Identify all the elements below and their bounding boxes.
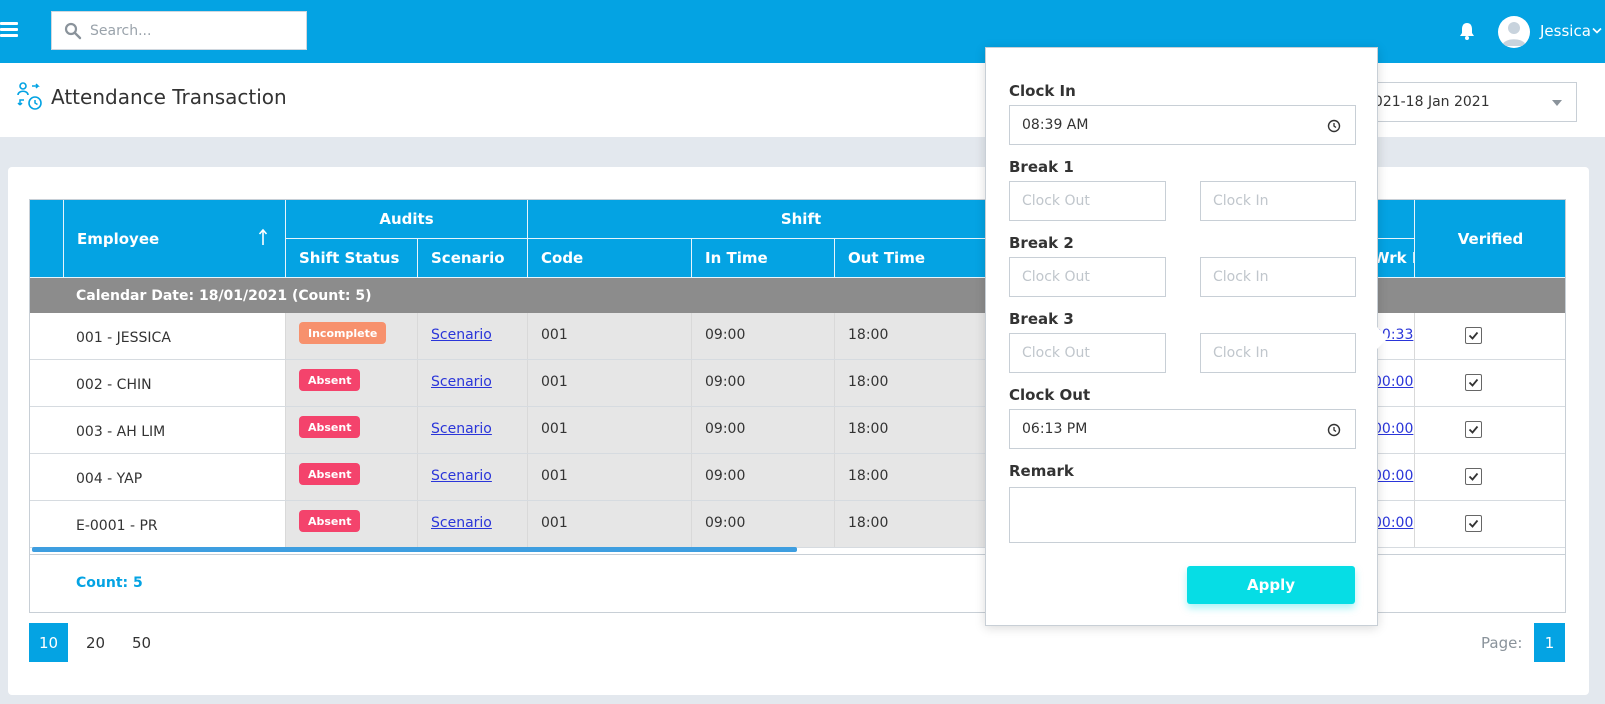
out-time: 18:00 <box>848 327 889 343</box>
avatar[interactable] <box>1498 16 1530 48</box>
wrk-hours-link[interactable]: 00:00 <box>1373 374 1413 390</box>
wrk-hours-link[interactable]: 00:00 <box>1373 421 1413 437</box>
out-time: 18:00 <box>848 515 889 531</box>
clock-edit-popover: Clock In 08:39 AM Break 1 Clock Out Cloc… <box>985 47 1378 626</box>
in-time: 09:00 <box>705 515 746 531</box>
scenario-link[interactable]: Scenario <box>431 374 492 390</box>
horizontal-scrollbar[interactable] <box>32 547 797 552</box>
wrk-hours-link[interactable]: 00:00 <box>1373 468 1413 484</box>
date-range-value: 2021-18 Jan 2021 <box>1370 94 1490 110</box>
check-icon <box>1468 378 1479 387</box>
break-3-label: Break 3 <box>1009 310 1074 328</box>
shift-code: 001 <box>541 374 568 390</box>
shift-code: 001 <box>541 515 568 531</box>
check-icon <box>1468 425 1479 434</box>
menu-icon[interactable] <box>0 22 18 38</box>
in-time: 09:00 <box>705 374 746 390</box>
page-button-1[interactable]: 1 <box>1534 623 1565 662</box>
remark-textarea[interactable] <box>1009 487 1356 543</box>
wrk-hours-link[interactable]: 00:00 <box>1373 515 1413 531</box>
page-label: Page: <box>1481 634 1523 652</box>
search-input[interactable] <box>90 22 290 39</box>
header-shift-status[interactable]: Shift Status <box>286 239 418 278</box>
break-2-label: Break 2 <box>1009 234 1074 252</box>
status-badge: Absent <box>299 416 361 438</box>
scenario-link[interactable]: Scenario <box>431 515 492 531</box>
employee-name: E-0001 - PR <box>76 518 158 534</box>
apply-button[interactable]: Apply <box>1187 566 1355 604</box>
employee-name: 003 - AH LIM <box>76 424 166 440</box>
break-1-label: Break 1 <box>1009 158 1074 176</box>
caret-down-icon <box>1552 100 1562 106</box>
search-icon <box>64 22 82 39</box>
header-employee[interactable]: Employee <box>64 200 286 278</box>
employee-name: 002 - CHIN <box>76 377 152 393</box>
employee-name: 004 - YAP <box>76 471 143 487</box>
break-3-clock-out[interactable]: Clock Out <box>1009 333 1166 373</box>
clock-out-field[interactable]: 06:13 PM <box>1009 409 1356 449</box>
page-size-10[interactable]: 10 <box>29 623 68 662</box>
header-code[interactable]: Code <box>528 239 692 278</box>
verified-checkbox[interactable] <box>1465 374 1482 391</box>
break-1-clock-in[interactable]: Clock In <box>1200 181 1356 221</box>
clock-in-field[interactable]: 08:39 AM <box>1009 105 1356 145</box>
status-badge: Absent <box>299 369 361 391</box>
sort-up-icon[interactable] <box>258 228 268 246</box>
out-time: 18:00 <box>848 374 889 390</box>
header-verified[interactable]: Verified <box>1415 200 1565 278</box>
page-title: Attendance Transaction <box>51 85 287 109</box>
employee-name: 001 - JESSICA <box>76 330 171 346</box>
shift-code: 001 <box>541 468 568 484</box>
date-range-select[interactable]: 2021-18 Jan 2021 <box>1370 82 1577 122</box>
verified-checkbox[interactable] <box>1465 515 1482 532</box>
out-time: 18:00 <box>848 421 889 437</box>
in-time: 09:00 <box>705 421 746 437</box>
header-audits: Audits <box>286 200 528 239</box>
check-icon <box>1468 519 1479 528</box>
verified-checkbox[interactable] <box>1465 421 1482 438</box>
check-icon <box>1468 331 1479 340</box>
out-time: 18:00 <box>848 468 889 484</box>
clock-icon[interactable] <box>1327 423 1341 437</box>
header-scenario[interactable]: Scenario <box>418 239 528 278</box>
in-time: 09:00 <box>705 327 746 343</box>
verified-checkbox[interactable] <box>1465 327 1482 344</box>
clock-in-label: Clock In <box>1009 82 1076 100</box>
break-2-clock-in[interactable]: Clock In <box>1200 257 1356 297</box>
remark-label: Remark <box>1009 462 1074 480</box>
status-badge: Absent <box>299 463 361 485</box>
search-box[interactable] <box>51 11 307 50</box>
check-icon <box>1468 472 1479 481</box>
in-time: 09:00 <box>705 468 746 484</box>
header-in-time[interactable]: In Time <box>692 239 835 278</box>
shift-code: 001 <box>541 421 568 437</box>
clock-out-label: Clock Out <box>1009 386 1091 404</box>
popover-arrow <box>1377 327 1388 349</box>
user-icon <box>1502 22 1526 46</box>
row-count: Count: 5 <box>76 575 143 591</box>
scenario-link[interactable]: Scenario <box>431 468 492 484</box>
bell-icon[interactable] <box>1457 21 1477 41</box>
break-3-clock-in[interactable]: Clock In <box>1200 333 1356 373</box>
scenario-link[interactable]: Scenario <box>431 327 492 343</box>
page-size-20[interactable]: 20 <box>76 623 115 662</box>
page-size-50[interactable]: 50 <box>122 623 161 662</box>
clock-icon[interactable] <box>1327 119 1341 133</box>
scenario-link[interactable]: Scenario <box>431 421 492 437</box>
verified-checkbox[interactable] <box>1465 468 1482 485</box>
user-name[interactable]: Jessica <box>1540 22 1591 40</box>
chevron-down-icon[interactable] <box>1592 27 1602 35</box>
shift-code: 001 <box>541 327 568 343</box>
header-select-column <box>30 200 64 278</box>
status-badge: Absent <box>299 510 361 532</box>
status-badge: Incomplete <box>299 322 387 344</box>
break-1-clock-out[interactable]: Clock Out <box>1009 181 1166 221</box>
attendance-icon <box>17 82 42 110</box>
break-2-clock-out[interactable]: Clock Out <box>1009 257 1166 297</box>
